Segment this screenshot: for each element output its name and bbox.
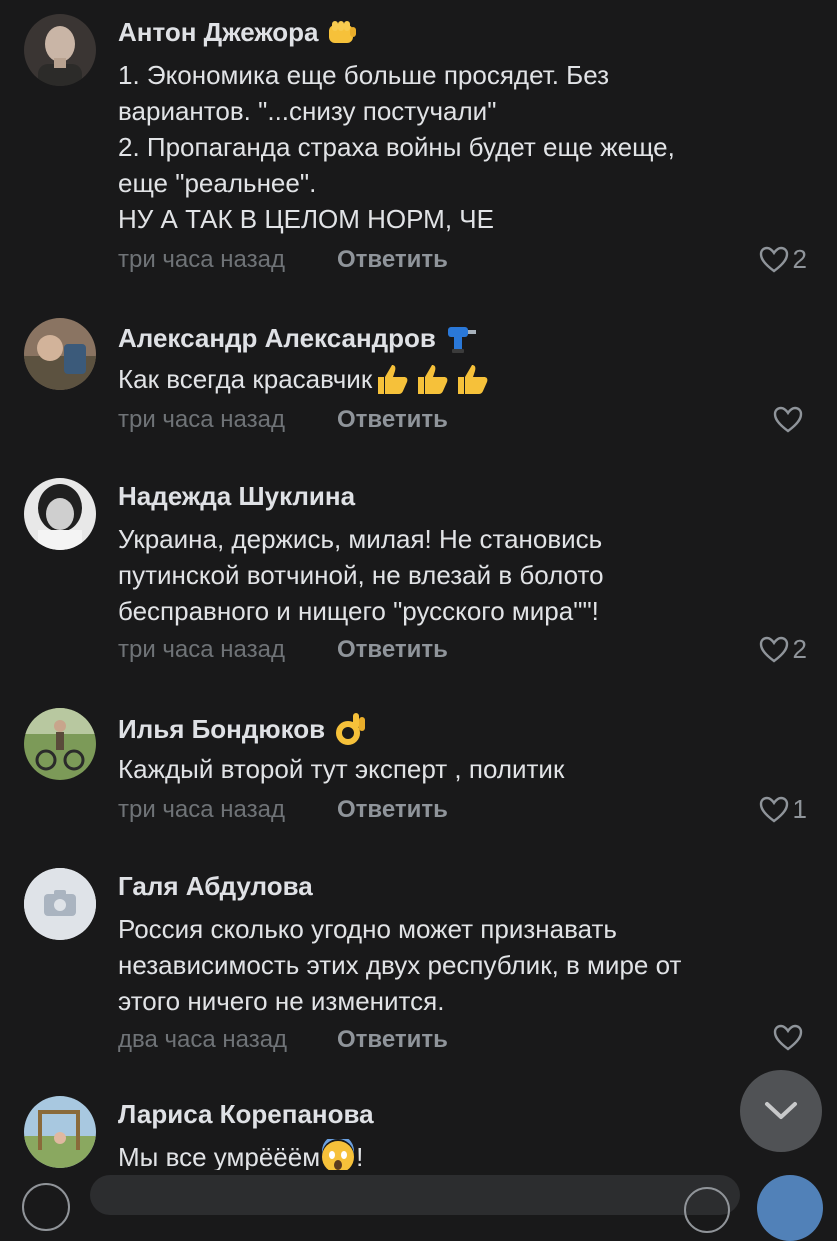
- author-name[interactable]: Лариса Корепанова: [118, 1099, 374, 1130]
- avatar[interactable]: [24, 708, 96, 780]
- scroll-down-button[interactable]: [740, 1070, 822, 1152]
- comment-text: Россия сколько угодно может признавать н…: [118, 911, 808, 1019]
- thumbs-up-icon: [378, 365, 408, 394]
- author-name[interactable]: Антон Джежора: [118, 17, 358, 48]
- avatar[interactable]: [24, 318, 96, 390]
- like-button[interactable]: 1: [759, 794, 807, 825]
- author-name-text[interactable]: Надежда Шуклина: [118, 481, 355, 512]
- ok-hand-icon: [336, 713, 366, 745]
- reply-button[interactable]: Ответить: [337, 406, 448, 434]
- comment-time: три часа назад: [118, 796, 285, 823]
- author-name[interactable]: Александр Александров: [118, 321, 478, 355]
- comment-line: Как всегда красавчик: [118, 361, 808, 397]
- comment-line: Украина, держись, милая! Не становись: [118, 524, 603, 554]
- comment-text: Как всегда красавчик: [118, 361, 808, 397]
- comment-line: 2. Пропаганда страха войны будет еще жещ…: [118, 132, 675, 162]
- like-count: 2: [792, 244, 807, 274]
- send-button[interactable]: [757, 1175, 823, 1241]
- thumbs-up-icon: [418, 365, 448, 394]
- comment-line: 1. Экономика еще больше просядет. Без: [118, 60, 610, 90]
- reply-button[interactable]: Ответить: [337, 246, 448, 274]
- avatar[interactable]: [24, 478, 96, 550]
- emoji-button[interactable]: [684, 1187, 730, 1233]
- comment-line: вариантов. "...снизу постучали": [118, 96, 497, 126]
- avatar[interactable]: [24, 1096, 96, 1168]
- comment-line: независимость этих двух республик, в мир…: [118, 950, 682, 980]
- author-name-text[interactable]: Лариса Корепанова: [118, 1099, 374, 1130]
- author-name[interactable]: Илья Бондюков: [118, 711, 367, 747]
- author-name[interactable]: Галя Абдулова: [118, 871, 313, 902]
- comment-text: 1. Экономика еще больше просядет. Без ва…: [118, 57, 808, 237]
- comment-line: этого ничего не изменится.: [118, 986, 445, 1016]
- like-button[interactable]: 2: [759, 634, 807, 665]
- avatar[interactable]: [24, 868, 96, 940]
- comment-text: Каждый второй тут эксперт , политик: [118, 751, 808, 787]
- heart-icon: [773, 406, 803, 433]
- comment-line: еще "реальнее".: [118, 168, 317, 198]
- avatar[interactable]: [24, 14, 96, 86]
- like-button[interactable]: [773, 406, 807, 434]
- comment-line: НУ А ТАК В ЦЕЛОМ НОРМ, ЧЕ: [118, 204, 494, 234]
- author-name-text[interactable]: Илья Бондюков: [118, 714, 325, 745]
- comment-line: Россия сколько угодно может признавать: [118, 914, 617, 944]
- author-name-text[interactable]: Антон Джежора: [118, 17, 318, 48]
- heart-icon: [759, 796, 788, 822]
- author-name-text[interactable]: Александр Александров: [118, 323, 436, 354]
- like-count: 1: [792, 794, 807, 824]
- comment-time: три часа назад: [118, 406, 285, 433]
- heart-icon: [759, 636, 788, 662]
- comment-line-text: Как всегда красавчик: [118, 364, 373, 394]
- like-count: 2: [792, 634, 807, 664]
- comment-time: три часа назад: [118, 246, 285, 273]
- comment-time: три часа назад: [118, 636, 285, 663]
- heart-icon: [773, 1024, 803, 1051]
- comment-line: Каждый второй тут эксперт , политик: [118, 754, 565, 784]
- fist-emoji-icon: [329, 20, 357, 43]
- thumbs-up-icon: [458, 365, 488, 394]
- author-name-text[interactable]: Галя Абдулова: [118, 871, 313, 902]
- comment-line: путинской вотчиной, не влезай в болото: [118, 560, 604, 590]
- heart-icon: [759, 246, 788, 272]
- author-name[interactable]: Надежда Шуклина: [118, 481, 355, 512]
- comment-input[interactable]: [90, 1175, 740, 1215]
- attach-button[interactable]: [22, 1183, 70, 1231]
- like-button[interactable]: [773, 1024, 807, 1052]
- comment-time: два часа назад: [118, 1026, 288, 1053]
- comment-text: Украина, держись, милая! Не становись пу…: [118, 521, 808, 629]
- reply-button[interactable]: Ответить: [337, 636, 448, 664]
- drill-emoji-icon: [447, 327, 476, 353]
- like-button[interactable]: 2: [759, 244, 807, 275]
- chevron-down-icon: [765, 1102, 797, 1119]
- comment-line: бесправного и нищего "русского мира""!: [118, 596, 599, 626]
- reply-button[interactable]: Ответить: [337, 796, 448, 824]
- reply-button[interactable]: Ответить: [337, 1026, 448, 1054]
